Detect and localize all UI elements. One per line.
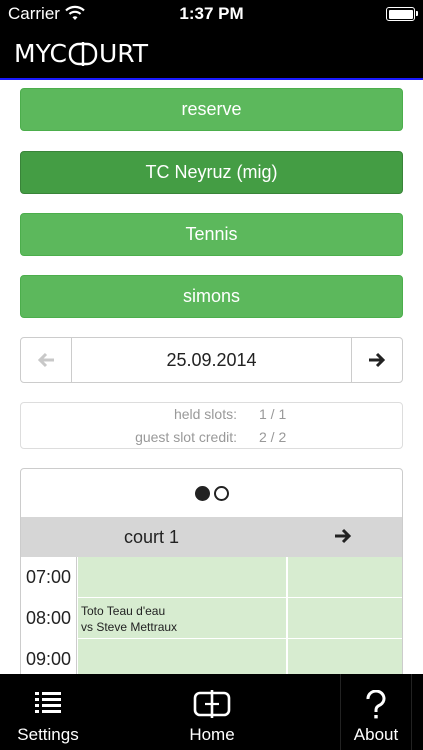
nav-bar: MYC URT: [0, 28, 423, 80]
next-day-button[interactable]: [351, 338, 402, 382]
tab-home-label: Home: [189, 725, 235, 744]
date-navigator: 25.09.2014: [20, 337, 403, 383]
guest-credit-value: 2 / 2: [259, 429, 287, 445]
slots-info-box: held slots: 1 / 1 guest slot credit: 2 /…: [20, 402, 403, 449]
tab-settings-label: Settings: [17, 725, 79, 744]
question-icon: [366, 690, 386, 719]
logo-text-left: MYC: [14, 39, 67, 68]
slot-cell[interactable]: [288, 598, 402, 638]
club-selector-button[interactable]: TC Neyruz (mig): [20, 151, 403, 194]
sport-selector-button[interactable]: Tennis: [20, 213, 403, 256]
slot-row: 08:00 Toto Teau d'eau vs Steve Mettraux: [21, 598, 402, 639]
user-selector-button[interactable]: simons: [20, 275, 403, 318]
slot-row: 07:00: [21, 557, 402, 598]
logo-court-icon: [68, 41, 98, 66]
slot-row: 09:00: [21, 639, 402, 674]
booking-player-2: vs Steve Mettraux: [81, 620, 178, 634]
arrow-left-icon: [37, 352, 54, 368]
court-schedule-panel: court 1 07:00 08:00 Toto Teau d'eau vs S…: [20, 468, 403, 674]
held-slots-row: held slots: 1 / 1: [21, 406, 402, 426]
booking-text: Toto Teau d'eau vs Steve Mettraux: [81, 603, 177, 635]
court-icon: [193, 690, 231, 718]
slot-time: 09:00: [21, 639, 77, 674]
court-pager[interactable]: [21, 469, 402, 517]
guest-credit-row: guest slot credit: 2 / 2: [21, 429, 402, 449]
guest-credit-label: guest slot credit:: [135, 429, 237, 445]
selected-date: 25.09.2014: [166, 350, 257, 370]
slot-cell[interactable]: [288, 639, 402, 674]
main-content: reserve TC Neyruz (mig) Tennis simons 25…: [0, 82, 423, 674]
court-header: court 1: [21, 517, 402, 557]
battery-icon: [386, 7, 418, 21]
slot-cell[interactable]: [78, 557, 286, 597]
slot-cell[interactable]: [78, 639, 286, 674]
app-logo: MYC URT: [14, 39, 148, 68]
tab-about[interactable]: About: [340, 674, 412, 750]
slot-time: 08:00: [21, 598, 77, 639]
status-bar: Carrier 1:37 PM: [0, 0, 423, 28]
page-dot-active: [194, 485, 210, 501]
slot-cell[interactable]: [288, 557, 402, 597]
reserve-button[interactable]: reserve: [20, 88, 403, 131]
tab-about-label: About: [353, 725, 399, 744]
booking-player-1: Toto Teau d'eau: [81, 604, 166, 618]
next-court-arrow-icon[interactable]: [334, 528, 352, 544]
page-dot: [213, 485, 229, 501]
list-icon: [35, 692, 61, 713]
tab-home[interactable]: Home: [163, 674, 261, 750]
tab-bar: Settings Home About: [0, 674, 423, 750]
court-name: court 1: [124, 527, 180, 547]
arrow-right-icon: [369, 352, 386, 368]
previous-day-button[interactable]: [21, 338, 72, 382]
tab-settings[interactable]: Settings: [0, 674, 96, 750]
slot-time: 07:00: [21, 557, 77, 598]
held-slots-label: held slots:: [173, 406, 237, 422]
logo-text-right: URT: [98, 39, 149, 68]
held-slots-value: 1 / 1: [259, 406, 287, 422]
clock: 1:37 PM: [179, 4, 244, 23]
